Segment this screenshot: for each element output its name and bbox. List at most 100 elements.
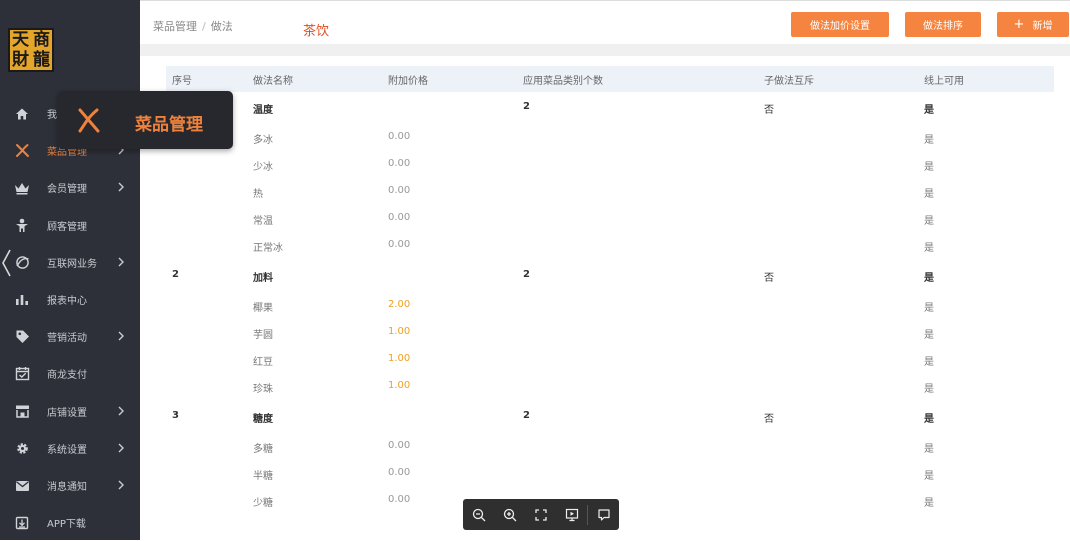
sidebar-item[interactable]: 系统设置 — [0, 430, 140, 467]
brand-logo[interactable]: 天 商 財 龍 — [8, 28, 54, 72]
zoom-out-icon — [472, 508, 485, 521]
chevron-right-icon — [114, 255, 128, 269]
logo-char: 商 — [33, 30, 50, 50]
chevron-right-icon — [114, 478, 128, 492]
cell-method-name: 加料 — [253, 273, 273, 284]
cell-option-name: 半糖 — [253, 471, 273, 482]
fit-screen-button[interactable] — [525, 499, 556, 530]
store-icon — [14, 403, 30, 419]
cell-online: 是 — [924, 216, 934, 227]
top-bar: 菜品管理 / 做法 茶饮 做法加价设置 做法排序 + 新增 — [140, 0, 1070, 45]
fork-knife-icon — [78, 108, 100, 133]
sidebar-item[interactable]: 消息通知 — [0, 467, 140, 504]
sidebar-item[interactable]: 会员管理 — [0, 169, 140, 206]
logo-char: 龍 — [33, 50, 50, 70]
method-option-row[interactable]: 少冰 0.00 是 — [166, 151, 1054, 178]
zoom-in-button[interactable] — [494, 499, 525, 530]
method-option-row[interactable]: 常温 0.00 是 — [166, 205, 1054, 232]
cell-extra-price: 0.00 — [388, 467, 411, 478]
cell-option-name: 正常冰 — [253, 243, 283, 254]
calendar-check-icon — [14, 366, 30, 382]
sidebar-item-label: 报表中心 — [47, 296, 87, 307]
zoom-in-icon — [503, 508, 516, 521]
sort-button[interactable]: 做法排序 — [905, 12, 981, 37]
cell-online: 是 — [924, 243, 934, 254]
sidebar-item[interactable]: 营销活动 — [0, 318, 140, 355]
sidebar-item[interactable]: 店铺设置 — [0, 393, 140, 430]
method-option-row[interactable]: 芋圆 1.00 是 — [166, 319, 1054, 346]
download-box-icon — [14, 515, 30, 531]
column-header-mutex: 子做法互斥 — [764, 76, 814, 87]
price-setting-button[interactable]: 做法加价设置 — [791, 12, 889, 37]
cell-online: 是 — [924, 414, 934, 425]
column-header-no: 序号 — [172, 76, 192, 87]
store-name: 茶饮 — [303, 24, 330, 39]
method-group-row[interactable]: 3 糖度 2 否 是 — [166, 403, 1054, 430]
method-group-row[interactable]: 2 加料 2 否 是 — [166, 262, 1054, 289]
column-header-method-name: 做法名称 — [253, 76, 293, 87]
cell-category-count: 2 — [523, 101, 530, 112]
slideshow-button[interactable] — [556, 499, 587, 530]
cell-category-count: 2 — [523, 410, 530, 421]
cell-extra-price: 0.00 — [388, 131, 411, 142]
cell-extra-price: 0.00 — [388, 239, 411, 250]
cell-online: 是 — [924, 330, 934, 341]
sidebar-item[interactable]: 顾客管理 — [0, 207, 140, 244]
method-option-row[interactable]: 多冰 0.00 是 — [166, 124, 1054, 151]
cell-online: 是 — [924, 135, 934, 146]
method-group-row[interactable]: 温度 2 否 是 — [166, 94, 1054, 121]
method-option-row[interactable]: 多糖 0.00 是 — [166, 433, 1054, 460]
cell-online: 是 — [924, 471, 934, 482]
method-option-row[interactable]: 热 0.00 是 — [166, 178, 1054, 205]
method-option-row[interactable]: 正常冰 0.00 是 — [166, 232, 1054, 259]
cell-option-name: 椰果 — [253, 303, 273, 314]
sidebar-item[interactable]: 商龙支付 — [0, 355, 140, 392]
sidebar-item-label: 消息通知 — [47, 482, 87, 493]
add-button[interactable]: + 新增 — [997, 12, 1069, 37]
sidebar-item[interactable]: 互联网业务 — [0, 244, 140, 281]
crown-icon — [14, 180, 30, 196]
method-option-row[interactable]: 椰果 2.00 是 — [166, 292, 1054, 319]
method-option-row[interactable]: 半糖 0.00 是 — [166, 460, 1054, 487]
column-header-category-count: 应用菜品类别个数 — [523, 76, 603, 87]
logo-char: 天 — [12, 30, 29, 50]
cell-option-name: 热 — [253, 189, 263, 200]
cell-online: 是 — [924, 357, 934, 368]
cell-category-count: 2 — [523, 269, 530, 280]
cell-extra-price: 0.00 — [388, 440, 411, 451]
cell-online: 是 — [924, 105, 934, 116]
cell-mutex: 否 — [764, 414, 774, 425]
slideshow-icon — [565, 508, 578, 521]
cell-option-name: 少冰 — [253, 162, 273, 173]
comment-button[interactable] — [588, 499, 619, 530]
cell-online: 是 — [924, 444, 934, 455]
chevron-right-icon — [114, 404, 128, 418]
collapse-sidebar-arrow-icon[interactable] — [0, 248, 12, 278]
cell-extra-price: 1.00 — [388, 326, 411, 337]
sidebar-item[interactable]: APP下载 — [0, 504, 140, 541]
bar-chart-icon — [14, 292, 30, 308]
fit-screen-icon — [534, 508, 547, 521]
cell-mutex: 否 — [764, 273, 774, 284]
content-divider — [140, 44, 1070, 56]
sidebar-item-label: 店铺设置 — [47, 407, 87, 419]
column-header-online: 线上可用 — [924, 76, 964, 87]
methods-table: 序号 做法名称 附加价格 应用菜品类别个数 子做法互斥 线上可用 温度 2 否是多冰… — [150, 56, 1070, 540]
home-icon — [14, 106, 30, 122]
cell-option-name: 多冰 — [253, 135, 273, 146]
cell-method-name: 温度 — [253, 105, 273, 116]
cell-option-name: 多糖 — [253, 444, 273, 455]
plus-icon: + — [1013, 17, 1025, 32]
gear-icon — [14, 440, 30, 456]
table-header: 序号 做法名称 附加价格 应用菜品类别个数 子做法互斥 线上可用 — [166, 66, 1054, 92]
method-option-row[interactable]: 珍珠 1.00 是 — [166, 373, 1054, 400]
zoom-out-button[interactable] — [463, 499, 494, 530]
cell-option-name: 常温 — [253, 216, 273, 227]
cell-option-name: 红豆 — [253, 357, 273, 368]
cell-online: 是 — [924, 189, 934, 200]
sidebar-item[interactable]: 报表中心 — [0, 281, 140, 318]
sidebar-item-label: 系统设置 — [47, 444, 87, 456]
breadcrumb-item-dish-management[interactable]: 菜品管理 — [153, 20, 197, 33]
method-option-row[interactable]: 红豆 1.00 是 — [166, 346, 1054, 373]
breadcrumb-item-methods: 做法 — [210, 20, 233, 33]
